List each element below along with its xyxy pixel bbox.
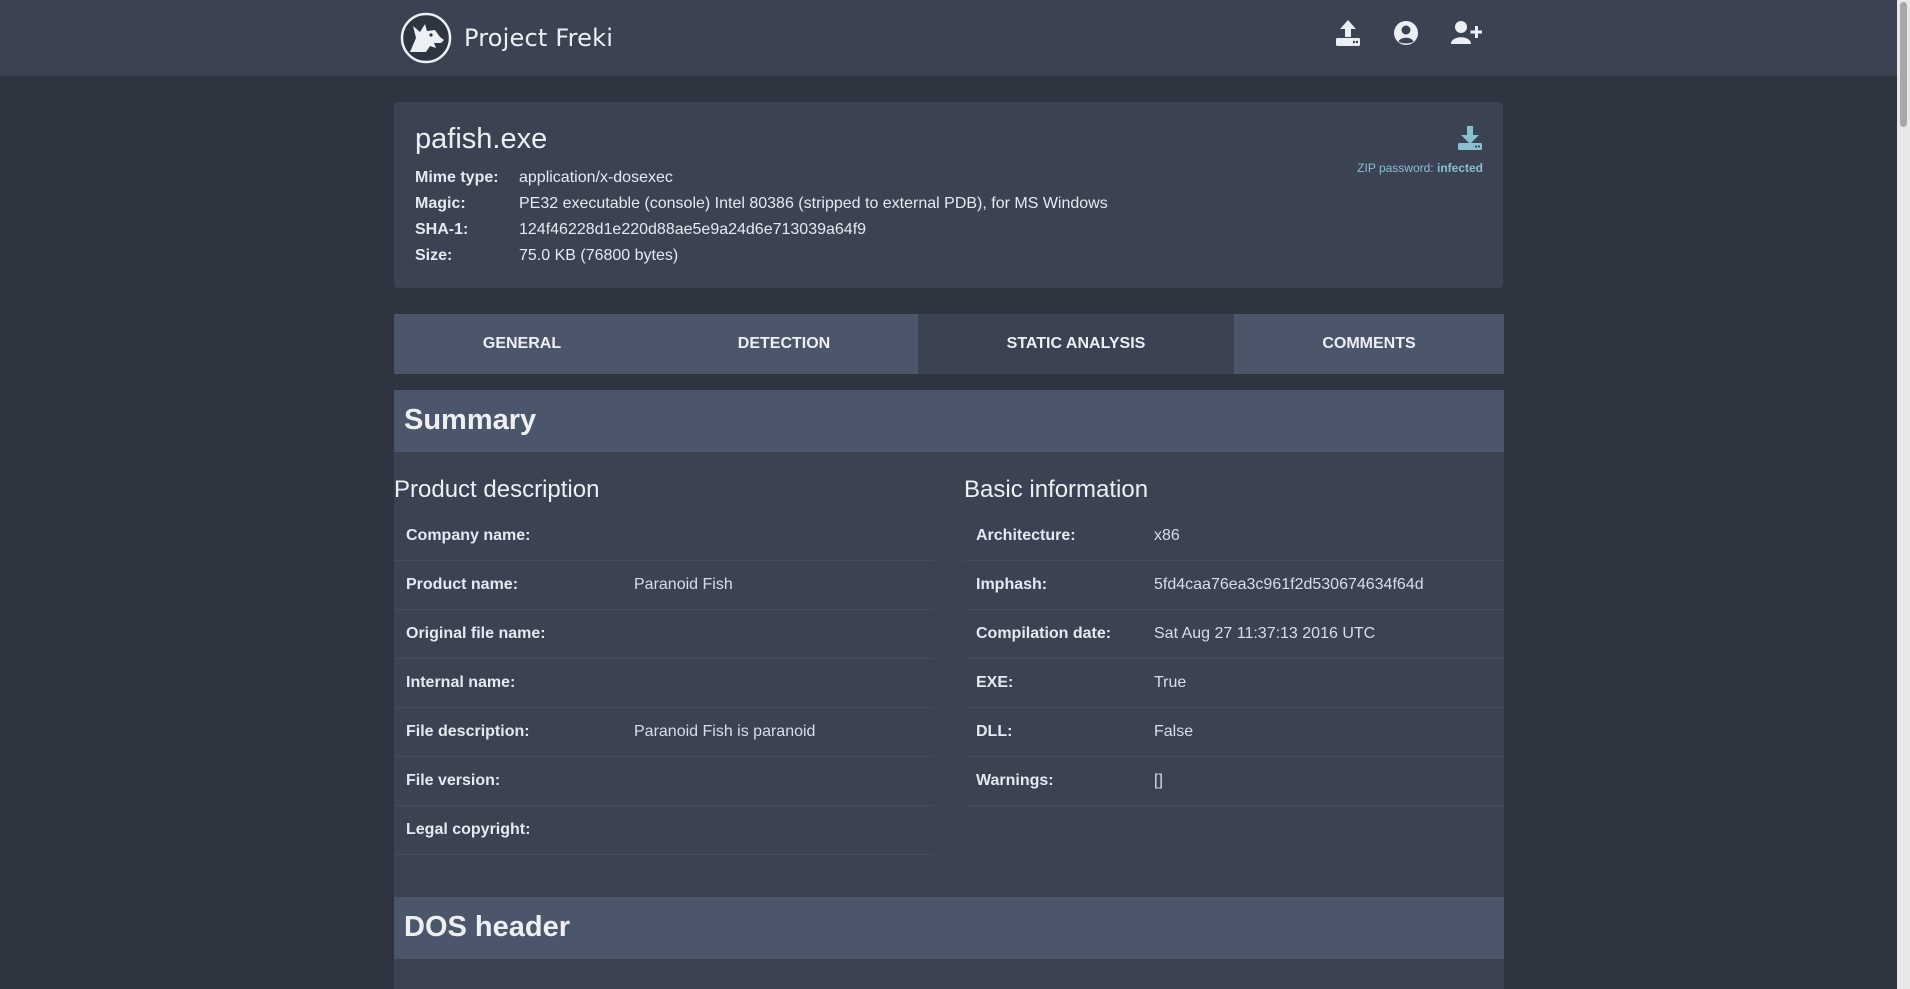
row-value: Sat Aug 27 11:37:13 2016 UTC <box>1154 625 1376 642</box>
nav-icons <box>1334 18 1482 48</box>
row-key: Legal copyright: <box>406 821 531 838</box>
zip-password-value: infected <box>1436 161 1483 175</box>
table-row: Original file name: <box>394 610 935 659</box>
row-key: Warnings: <box>976 772 1054 789</box>
meta-value: PE32 executable (console) Intel 80386 (s… <box>519 195 1108 212</box>
summary-header: Summary <box>394 390 1504 452</box>
basic-information-table: Architecture: x86 Imphash: 5fd4caa76ea3c… <box>964 512 1504 806</box>
table-row: Warnings: [] <box>964 757 1504 806</box>
meta-row-sha1: SHA-1: 124f46228d1e220d88ae5e9a24d6e7130… <box>415 217 1108 243</box>
scrollbar-thumb[interactable] <box>1900 2 1907 127</box>
summary-title: Summary <box>404 404 537 436</box>
tab-comments[interactable]: COMMENTS <box>1234 314 1504 374</box>
table-row: DLL: False <box>964 708 1504 757</box>
row-key: DLL: <box>976 723 1013 740</box>
meta-key: SHA-1: <box>415 221 469 238</box>
table-row: Imphash: 5fd4caa76ea3c961f2d530674634f64… <box>964 561 1504 610</box>
meta-row-magic: Magic: PE32 executable (console) Intel 8… <box>415 191 1108 217</box>
row-key: Original file name: <box>406 625 546 642</box>
table-row: File description: Paranoid Fish is paran… <box>394 708 935 757</box>
table-row: Company name: <box>394 512 935 561</box>
meta-key: Magic: <box>415 195 466 212</box>
row-value: False <box>1154 723 1194 740</box>
table-row: Product name: Paranoid Fish <box>394 561 935 610</box>
dos-header-section: DOS header <box>394 897 1504 959</box>
table-row: Architecture: x86 <box>964 512 1504 561</box>
row-value: Paranoid Fish <box>634 576 733 593</box>
row-value: [] <box>1154 772 1163 789</box>
table-row: Legal copyright: <box>394 806 935 855</box>
dos-header-title: DOS header <box>404 911 570 943</box>
table-row: File version: <box>394 757 935 806</box>
tab-general[interactable]: GENERAL <box>394 314 650 374</box>
page-scrollbar[interactable] <box>1897 0 1910 989</box>
table-row: Compilation date: Sat Aug 27 11:37:13 20… <box>964 610 1504 659</box>
row-key: EXE: <box>976 674 1014 691</box>
product-description-table: Company name: Product name: Paranoid Fis… <box>394 512 935 855</box>
row-value: 5fd4caa76ea3c961f2d530674634f64d <box>1154 576 1424 593</box>
row-key: Internal name: <box>406 674 516 691</box>
file-name: pafish.exe <box>415 123 548 155</box>
download-area: ZIP password: infected <box>1357 125 1483 175</box>
analysis-tabs: GENERAL DETECTION STATIC ANALYSIS COMMEN… <box>394 314 1504 374</box>
row-value: True <box>1154 674 1187 691</box>
row-key: Imphash: <box>976 576 1048 593</box>
meta-row-size: Size: 75.0 KB (76800 bytes) <box>415 243 1108 269</box>
meta-row-mime: Mime type: application/x-dosexec <box>415 165 1108 191</box>
static-analysis-panel: Summary Product description Company name… <box>394 390 1504 989</box>
brand[interactable]: Project Freki <box>400 12 613 64</box>
app-title: Project Freki <box>464 24 614 52</box>
tab-detection[interactable]: DETECTION <box>650 314 918 374</box>
tab-static-analysis[interactable]: STATIC ANALYSIS <box>918 314 1234 374</box>
product-description-title: Product description <box>394 476 600 503</box>
zip-password: ZIP password: infected <box>1357 161 1483 175</box>
table-row: EXE: True <box>964 659 1504 708</box>
meta-value: application/x-dosexec <box>519 169 673 186</box>
table-row: Internal name: <box>394 659 935 708</box>
user-plus-icon[interactable] <box>1450 18 1482 48</box>
user-circle-icon[interactable] <box>1392 18 1420 48</box>
row-key: File version: <box>406 772 501 789</box>
row-key: Company name: <box>406 527 531 544</box>
meta-key: Size: <box>415 247 453 264</box>
row-key: File description: <box>406 723 530 740</box>
zip-password-label: ZIP password: <box>1357 161 1434 175</box>
meta-value: 75.0 KB (76800 bytes) <box>519 247 679 264</box>
download-icon[interactable] <box>1457 125 1483 151</box>
wolf-logo-icon <box>400 12 452 64</box>
row-key: Product name: <box>406 576 519 593</box>
row-value: x86 <box>1154 527 1180 544</box>
top-navbar: Project Freki <box>0 0 1897 76</box>
row-value: Paranoid Fish is paranoid <box>634 723 816 740</box>
upload-icon[interactable] <box>1334 18 1362 48</box>
file-meta: Mime type: application/x-dosexec Magic: … <box>415 165 1108 269</box>
row-key: Compilation date: <box>976 625 1112 642</box>
meta-key: Mime type: <box>415 169 499 186</box>
meta-value: 124f46228d1e220d88ae5e9a24d6e713039a64f9 <box>519 221 867 238</box>
row-key: Architecture: <box>976 527 1076 544</box>
file-info-card: pafish.exe Mime type: application/x-dose… <box>394 102 1503 288</box>
basic-information-title: Basic information <box>964 476 1149 503</box>
